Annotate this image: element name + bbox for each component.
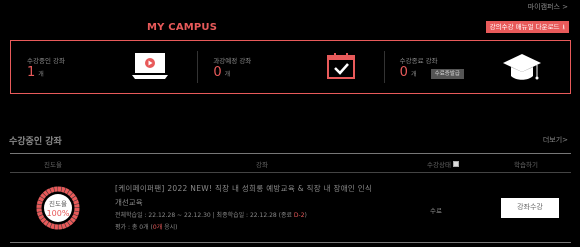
course-subtitle[interactable]: 개선교육 xyxy=(115,197,143,208)
table-row: 진도율 100% [케이페이퍼팬] 2022 NEW! 직장 내 성희롱 예방교… xyxy=(10,173,571,243)
section-title: 수강중인 강좌 xyxy=(9,137,62,147)
stat-label: 과강예정 강좌 xyxy=(213,57,252,65)
stat-unit: 개 xyxy=(38,71,44,78)
stat-label: 수강종료 강좌 xyxy=(399,57,438,65)
progress-ring-text: 진도율 100% xyxy=(34,184,82,232)
manual-download-label: 강의수강 매뉴얼 다운로드 xyxy=(489,23,560,31)
manual-download-button[interactable]: 강의수강 매뉴얼 다운로드 ⭳ xyxy=(485,21,569,33)
breadcrumb[interactable]: 마이캠퍼스 > xyxy=(528,2,568,12)
stat-in-progress[interactable]: 수강중인 강좌 1개 xyxy=(11,41,197,93)
eval-count: 0개 xyxy=(152,224,163,231)
progress-percent: 100% xyxy=(46,209,70,218)
certificate-button[interactable]: 수료증발급 xyxy=(430,69,464,79)
header-study: 학습하기 xyxy=(514,161,538,169)
progress-label: 진도율 xyxy=(49,200,67,208)
stat-completed[interactable]: 수강종료 강좌 0개 수료증발급 xyxy=(383,41,570,93)
stat-value: 1개 xyxy=(27,65,44,80)
laptop-play-icon xyxy=(131,52,169,86)
course-evaluation: 평가 : 총 0개 (0개 응시) xyxy=(115,224,178,231)
header-course: 강좌 xyxy=(256,161,268,169)
header-progress: 진도율 xyxy=(44,161,62,169)
stat-scheduled[interactable]: 과강예정 강좌 0개 xyxy=(197,41,383,93)
stat-value: 0개 xyxy=(399,65,417,80)
table-header: 진도율 강좌 수강상태 학습하기 xyxy=(10,153,571,173)
download-icon: ⭳ xyxy=(562,23,565,31)
graduation-cap-icon xyxy=(502,52,542,90)
course-title[interactable]: [케이페이퍼팬] 2022 NEW! 직장 내 성희롱 예방교육 & 직장 내 … xyxy=(115,183,372,194)
stats-box: 수강중인 강좌 1개 과강예정 강좌 0개 수강종료 강좌 0개 수료증발급 xyxy=(10,40,571,94)
course-status: 수료 xyxy=(430,207,442,215)
more-link[interactable]: 더보기> xyxy=(543,135,568,145)
stat-value: 0개 xyxy=(213,65,231,80)
stat-unit: 개 xyxy=(410,71,417,78)
header-status: 수강상태 xyxy=(427,159,459,169)
stat-unit: 개 xyxy=(224,71,231,78)
status-checkbox[interactable] xyxy=(452,161,459,167)
stat-label: 수강중인 강좌 xyxy=(27,57,65,65)
dday-badge: D-2 xyxy=(293,212,305,219)
calendar-check-icon xyxy=(326,52,356,84)
study-button[interactable]: 강좌수강 xyxy=(501,198,559,218)
course-period: 전체학습일 : 22.12.28 ~ 22.12.30 | 최종학습일 : 22… xyxy=(115,212,307,219)
